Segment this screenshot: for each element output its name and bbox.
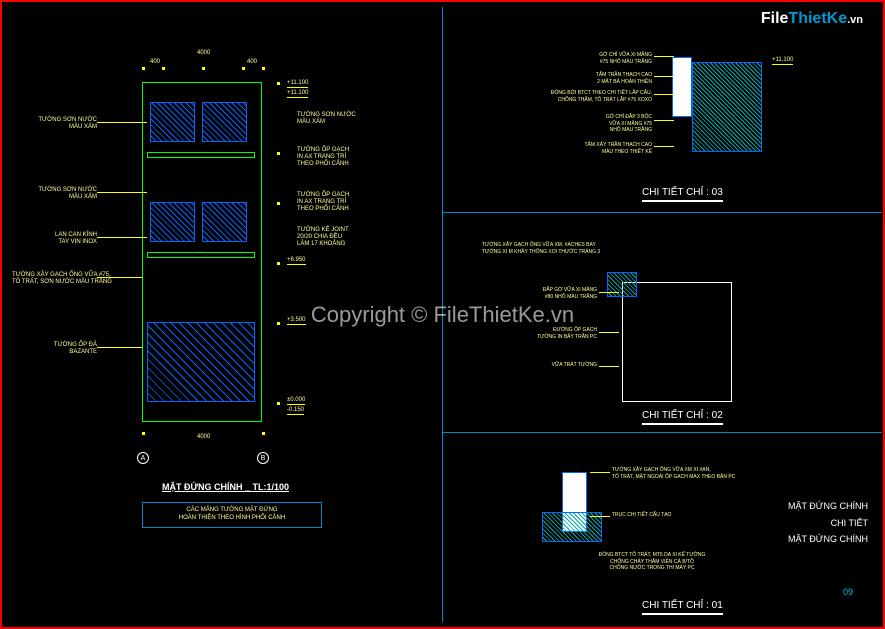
d2-note-4: VỮA TRÁT TƯỜNG (482, 362, 597, 369)
d2-note-3: ĐƯỜNG ỐP GẠCHTƯỜNG IN BẢY TRẦN PC (482, 327, 597, 340)
level-3: +6.950 (287, 257, 306, 265)
label-left-2: TƯỜNG SƠN NƯỚCMÀU XÁM (27, 187, 97, 201)
dim-marker (277, 262, 280, 265)
main-elevation: 400 4000 400 +11.100 +11.100 +6.950 +3.5… (102, 62, 292, 442)
leader-line (97, 122, 147, 123)
window-floor2-right (202, 202, 247, 242)
detail-01-title: CHI TIẾT CHỈ : 01 (642, 600, 723, 615)
leader-line (97, 347, 142, 348)
dim-marker (142, 67, 145, 70)
label-right-1: TƯỜNG SƠN NƯỚCMÀU XÁM (297, 112, 356, 126)
watermark-logo: FileThietKe.vn (761, 10, 863, 28)
balcony-floor3 (147, 152, 255, 158)
label-right-2: TƯỜNG ỐP GẠCHIN AX TRANG TRÍTHEO PHỐI CẢ… (297, 147, 349, 169)
d1-note-1: TƯỜNG XÂY GẠCH ỐNG VỮA XM XI #AN,TÔ TRÁT… (612, 467, 782, 480)
sheet-title-block: MẶT ĐỨNG CHÍNH CHI TIẾT MẶT ĐỨNG CHÍNH (788, 498, 868, 547)
grid-b: B (257, 452, 269, 464)
dim-marker (242, 67, 245, 70)
leader (599, 366, 619, 367)
dim-top-2: 4000 (197, 50, 210, 57)
dim-bottom: 4000 (197, 434, 210, 441)
d3-note-2: TẤM TRẦN THẠCH CAO2 MẶT BẢ HOÀN THIỆN (532, 72, 652, 85)
label-left-4: TƯỜNG XÂY GẠCH ỐNG VỮA #75,TÔ TRÁT, SƠN … (12, 272, 97, 286)
d3-note-5: TẤM XÂY TRẦN THẠCH CAOMÀU THEO THIẾT KẾ (532, 142, 652, 155)
leader (654, 56, 674, 57)
dim-marker (202, 67, 205, 70)
dim-marker (277, 152, 280, 155)
dim-top-3: 400 (247, 59, 257, 66)
elevation-note-box: CÁC MẢNG TƯỜNG MẶT ĐỨNGHOÀN THIỆN THEO H… (142, 502, 322, 528)
grid-a: A (137, 452, 149, 464)
dim-marker (277, 322, 280, 325)
sheet-title-2: CHI TIẾT (788, 515, 868, 531)
leader (654, 76, 674, 77)
level-top: +11.100 (287, 80, 308, 88)
detail-03: +11.100 GỜ CHỈ VỮA XI MĂNG#75 NHÔ MÀU TR… (472, 42, 852, 202)
elevation-title: MẶT ĐỨNG CHÍNH _ TL:1/100 (162, 482, 289, 492)
detail-02-title: CHI TIẾT CHỈ : 02 (642, 410, 723, 425)
window-floor3-left (150, 102, 195, 142)
d2-note-2: ĐẮP GỜ VỮA XI MĂNG#80 NHÔ MÀU TRẮNG (482, 287, 597, 300)
horizontal-divider-1 (442, 212, 882, 213)
label-left-1: TƯỜNG SƠN NƯỚCMÀU XÁM (27, 117, 97, 131)
leader (654, 146, 674, 147)
level-4: +3.500 (287, 317, 306, 325)
d3-note-4: GỜ CHỈ ĐẮP 3 BỘCVỮA XI MĂNG #75NHÔ MÀU T… (532, 114, 652, 134)
detail-02: TƯỜNG XÂY GẠCH ỐNG VỮA XM. #ACHES BAYTƯỜ… (472, 232, 852, 422)
dim-marker (262, 432, 265, 435)
d2-note-1: TƯỜNG XÂY GẠCH ỐNG VỮA XM. #ACHES BAYTƯỜ… (482, 242, 682, 255)
label-left-5: TƯỜNG ỐP ĐÁBAZANTE (27, 342, 97, 356)
label-left-3: LAN CAN KÍNHTAY VỊN INOX (27, 232, 97, 246)
logo-file: File (761, 10, 789, 27)
detail-03-edge (672, 57, 692, 117)
dim-marker (277, 202, 280, 205)
d1-note-2: TRỤC CHI TIẾT CẤU TẠO (612, 512, 762, 519)
detail-02-body (622, 282, 732, 402)
window-floor2-left (150, 202, 195, 242)
leader-line (97, 237, 147, 238)
dim-marker (277, 82, 280, 85)
leader (599, 332, 619, 333)
logo-vn: .vn (847, 14, 863, 26)
d1-note-3: ĐÓNG BTCT TÔ TRÁT, MT5 DA XI KẾ TƯỜNGCHỐ… (562, 552, 742, 572)
dim-marker (162, 67, 165, 70)
window-floor3-right (202, 102, 247, 142)
garage-door (147, 322, 255, 402)
page-number: 09 (843, 587, 853, 597)
dim-marker (277, 402, 280, 405)
dim-marker (142, 432, 145, 435)
level-ground: ±0.000 (287, 397, 305, 405)
detail-03-level: +11.100 (772, 57, 793, 65)
vertical-divider (442, 7, 443, 622)
level-sub: -0.150 (287, 407, 304, 415)
leader (599, 292, 619, 293)
d3-note-3: ĐÓNG BỜI BTCT THEO CHI TIẾT LẮP CẤU.CHỐN… (512, 90, 652, 103)
detail-02-top (607, 272, 637, 297)
horizontal-divider-2 (442, 432, 882, 433)
sheet-title-3: MẶT ĐỨNG CHÍNH (788, 531, 868, 547)
leader (654, 120, 674, 121)
detail-03-section (692, 62, 762, 152)
sheet-title-1: MẶT ĐỨNG CHÍNH (788, 498, 868, 514)
level-2: +11.100 (287, 90, 308, 98)
leader (654, 94, 674, 95)
balcony-floor2 (147, 252, 255, 258)
leader (590, 516, 610, 517)
dim-top-1: 400 (150, 59, 160, 66)
label-right-3: TƯỜNG ỐP GẠCHIN AX TRANG TRÍTHEO PHỐI CẢ… (297, 192, 349, 214)
label-right-4: TƯỜNG KẺ JOINT20/20 CHIA ĐỀULÀM 17 KHOẢN… (297, 227, 349, 249)
d3-note-1: GỜ CHỈ VỮA XI MĂNG#75 NHÔ MÀU TRẮNG (532, 52, 652, 65)
leader-line (97, 192, 147, 193)
detail-03-title: CHI TIẾT CHỈ : 03 (642, 187, 723, 202)
leader (590, 472, 610, 473)
dim-marker (262, 67, 265, 70)
logo-thietke: ThietKe (788, 10, 847, 27)
leader-line (97, 277, 142, 278)
